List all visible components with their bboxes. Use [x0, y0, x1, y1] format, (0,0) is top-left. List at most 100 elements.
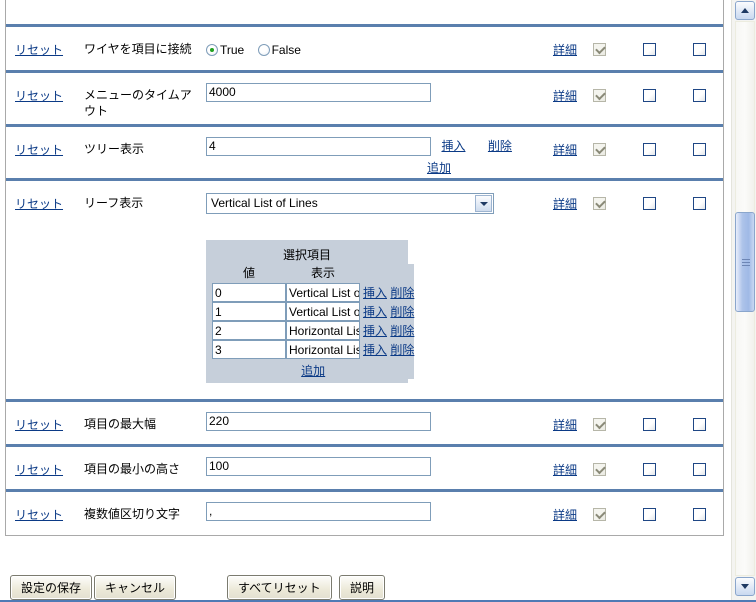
detail-link[interactable]: 詳細 — [553, 463, 577, 477]
reset-link[interactable]: リセット — [15, 508, 63, 522]
radio-group: True False — [206, 41, 536, 59]
checkbox-cell-2 — [636, 141, 662, 159]
save-settings-button[interactable]: 設定の保存 — [10, 575, 93, 600]
checkbox-option-a[interactable] — [642, 89, 656, 103]
checkbox-option-b[interactable] — [692, 463, 706, 477]
delete-link[interactable]: 削除 — [390, 305, 414, 319]
insert-link[interactable]: 挿入 — [363, 305, 387, 319]
choice-value-text[interactable]: 1 — [212, 302, 286, 321]
insert-link[interactable]: 挿入 — [363, 286, 387, 300]
checkbox-option-b[interactable] — [692, 43, 706, 57]
vertical-scrollbar[interactable] — [731, 0, 756, 602]
checkbox-cell-2 — [636, 461, 662, 479]
checkbox-option-a[interactable] — [642, 463, 656, 477]
choice-display-text[interactable]: Vertical List of Icons — [286, 302, 360, 321]
leaf-display-select[interactable]: Vertical List of Lines — [206, 193, 494, 214]
radio-false-icon[interactable] — [257, 44, 270, 56]
delete-link[interactable]: 削除 — [390, 286, 414, 300]
checkbox-cell-1 — [586, 87, 612, 105]
checkbox-locked — [592, 43, 606, 57]
choice-value-text[interactable]: 0 — [212, 283, 286, 302]
choice-display-text[interactable]: Horizontal List of Lines — [286, 321, 360, 340]
radio-option-false[interactable]: False — [257, 43, 311, 57]
checkbox-locked — [592, 508, 606, 522]
reset-cell: リセット — [15, 506, 93, 524]
checkbox-option-a[interactable] — [642, 43, 656, 57]
checkbox-cell-3 — [686, 416, 712, 434]
choice-display-text[interactable]: Horizontal List of Icons — [286, 340, 360, 359]
reset-link[interactable]: リセット — [15, 43, 63, 57]
item-max-width-input[interactable] — [206, 412, 431, 431]
cancel-button[interactable]: キャンセル — [94, 575, 177, 600]
reset-link[interactable]: リセット — [15, 418, 63, 432]
row-label: 項目の最大幅 — [84, 417, 157, 431]
insert-link[interactable]: 挿入 — [363, 343, 387, 357]
reset-link[interactable]: リセット — [15, 143, 63, 157]
choice-value-text[interactable]: 2 — [212, 321, 286, 340]
add-link[interactable]: 追加 — [301, 364, 325, 378]
detail-link[interactable]: 詳細 — [553, 508, 577, 522]
detail-cell: 詳細 — [544, 141, 586, 159]
detail-link[interactable]: 詳細 — [553, 197, 577, 211]
choice-display-cell: Vertical List of Icons — [286, 302, 360, 321]
delete-link[interactable]: 削除 — [390, 343, 414, 357]
scrollbar-thumb[interactable] — [735, 212, 755, 312]
chevron-down-icon[interactable] — [735, 577, 755, 596]
add-link[interactable]: 追加 — [427, 161, 451, 175]
detail-link[interactable]: 詳細 — [553, 418, 577, 432]
delete-link[interactable]: 削除 — [488, 139, 512, 153]
menu-timeout-input[interactable] — [206, 83, 431, 102]
checkbox-cell-1 — [586, 195, 612, 213]
checkbox-cell-3 — [686, 195, 712, 213]
chevron-down-icon[interactable] — [475, 195, 492, 212]
choice-value-cell: 1 — [212, 302, 286, 321]
reset-all-button[interactable]: すべてリセット — [227, 575, 332, 600]
row-item-max-width: リセット 項目の最大幅 詳細 — [6, 399, 723, 444]
reset-cell: リセット — [15, 416, 93, 434]
checkbox-locked — [592, 197, 606, 211]
checkbox-option-b[interactable] — [692, 143, 706, 157]
leaf-display-selected-value: Vertical List of Lines — [211, 196, 318, 210]
checkbox-option-b[interactable] — [692, 418, 706, 432]
checkbox-locked — [592, 143, 606, 157]
reset-link[interactable]: リセット — [15, 89, 63, 103]
reset-cell: リセット — [15, 41, 93, 59]
checkbox-option-b[interactable] — [692, 89, 706, 103]
insert-link[interactable]: 挿入 — [441, 139, 465, 153]
checkbox-option-b[interactable] — [692, 197, 706, 211]
row-wire-connect: リセット ワイヤを項目に接続 True False 詳細 — [6, 24, 723, 70]
reset-cell: リセット — [15, 461, 93, 479]
row-fragment-top: NewBleu True Blue 挿入 削除 — [6, 0, 723, 24]
table-row: 1 Vertical List of Icons 挿入 削除 — [212, 302, 414, 321]
radio-true-icon[interactable] — [206, 44, 218, 56]
detail-link[interactable]: 詳細 — [553, 89, 577, 103]
checkbox-option-a[interactable] — [642, 418, 656, 432]
checkbox-cell-3 — [686, 506, 712, 524]
reset-link[interactable]: リセット — [15, 463, 63, 477]
checkbox-option-a[interactable] — [642, 143, 656, 157]
choice-actions: 挿入 削除 — [360, 283, 414, 302]
chevron-up-icon[interactable] — [735, 1, 755, 20]
choice-value-cell: 3 — [212, 340, 286, 359]
choice-display-text[interactable]: Vertical List of Lines — [286, 283, 360, 302]
help-button[interactable]: 説明 — [339, 575, 386, 600]
reset-link[interactable]: リセット — [15, 197, 63, 211]
row-multivalue-separator: リセット 複数値区切り文字 詳細 — [6, 489, 723, 535]
tree-display-input[interactable] — [206, 137, 431, 156]
delete-link[interactable]: 削除 — [390, 324, 414, 338]
checkbox-cell-2 — [636, 87, 662, 105]
multivalue-separator-input[interactable] — [206, 502, 431, 521]
choice-value-text[interactable]: 3 — [212, 340, 286, 359]
checkbox-option-b[interactable] — [692, 508, 706, 522]
checkbox-option-a[interactable] — [642, 508, 656, 522]
insert-link[interactable]: 挿入 — [363, 324, 387, 338]
item-min-height-input[interactable] — [206, 457, 431, 476]
detail-link[interactable]: 詳細 — [553, 43, 577, 57]
choices-add-cell: 追加 — [212, 359, 414, 379]
row-label: 複数値区切り文字 — [84, 507, 181, 521]
choice-display-cell: Horizontal List of Icons — [286, 340, 360, 359]
detail-link[interactable]: 詳細 — [553, 143, 577, 157]
radio-option-true[interactable]: True — [206, 43, 258, 57]
checkbox-cell-1 — [586, 416, 612, 434]
checkbox-option-a[interactable] — [642, 197, 656, 211]
